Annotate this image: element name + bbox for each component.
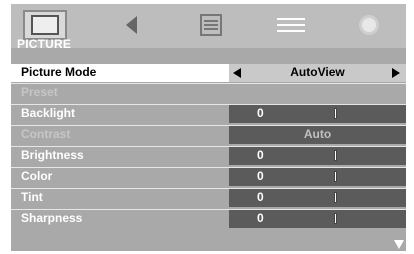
row-label: Color (21, 169, 53, 183)
picture-mode-selector[interactable]: AutoView (229, 64, 406, 82)
menu-row-contrast[interactable]: Contrast Auto (11, 126, 406, 144)
contrast-value-cell: Auto (229, 126, 406, 144)
tab-eco[interactable] (347, 10, 391, 40)
brightness-slider[interactable]: 0 (229, 147, 406, 165)
slider-marker[interactable] (334, 213, 337, 224)
menu-row-backlight[interactable]: Backlight 0 (11, 105, 406, 123)
menu-row-sharpness[interactable]: Sharpness 0 (11, 210, 406, 228)
tab-audio[interactable] (109, 10, 153, 40)
menu-row-tint[interactable]: Tint 0 (11, 189, 406, 207)
color-value: 0 (257, 169, 264, 183)
tab-setup[interactable] (189, 10, 233, 40)
tint-value: 0 (257, 190, 264, 204)
tv-menu-screen: PICTURE Picture Mode AutoView Preset Bac… (0, 0, 414, 254)
slider-marker[interactable] (334, 171, 337, 182)
menu-row-picture-mode[interactable]: Picture Mode AutoView (11, 64, 406, 82)
settings-box-icon (200, 14, 222, 36)
tab-picture[interactable] (23, 10, 67, 40)
contrast-value: Auto (303, 127, 332, 141)
slider-marker[interactable] (334, 108, 337, 119)
row-label: Brightness (21, 148, 84, 162)
row-label: Tint (21, 190, 43, 204)
sun-icon (362, 18, 376, 32)
section-title: PICTURE (17, 37, 72, 51)
tint-slider[interactable]: 0 (229, 189, 406, 207)
monitor-icon (31, 15, 59, 35)
backlight-value: 0 (257, 106, 264, 120)
arrow-right-icon[interactable] (392, 68, 400, 78)
backlight-slider[interactable]: 0 (229, 105, 406, 123)
menu-row-color[interactable]: Color 0 (11, 168, 406, 186)
menu-row-preset[interactable]: Preset (11, 84, 406, 102)
menu-row-brightness[interactable]: Brightness 0 (11, 147, 406, 165)
menu-panel: PICTURE Picture Mode AutoView Preset Bac… (11, 4, 406, 251)
brightness-value: 0 (257, 148, 264, 162)
tab-options[interactable] (269, 10, 313, 40)
lines-icon (277, 18, 305, 32)
row-label: Contrast (21, 127, 71, 141)
speaker-icon (125, 16, 137, 34)
scroll-down-icon[interactable] (394, 240, 404, 249)
row-label: Picture Mode (21, 65, 97, 79)
row-label: Sharpness (21, 211, 83, 225)
slider-marker[interactable] (334, 150, 337, 161)
sharpness-slider[interactable]: 0 (229, 210, 406, 228)
row-label: Preset (21, 85, 58, 99)
sharpness-value: 0 (257, 211, 264, 225)
picture-mode-value: AutoView (290, 65, 345, 79)
row-label: Backlight (21, 106, 76, 120)
slider-marker[interactable] (334, 192, 337, 203)
color-slider[interactable]: 0 (229, 168, 406, 186)
